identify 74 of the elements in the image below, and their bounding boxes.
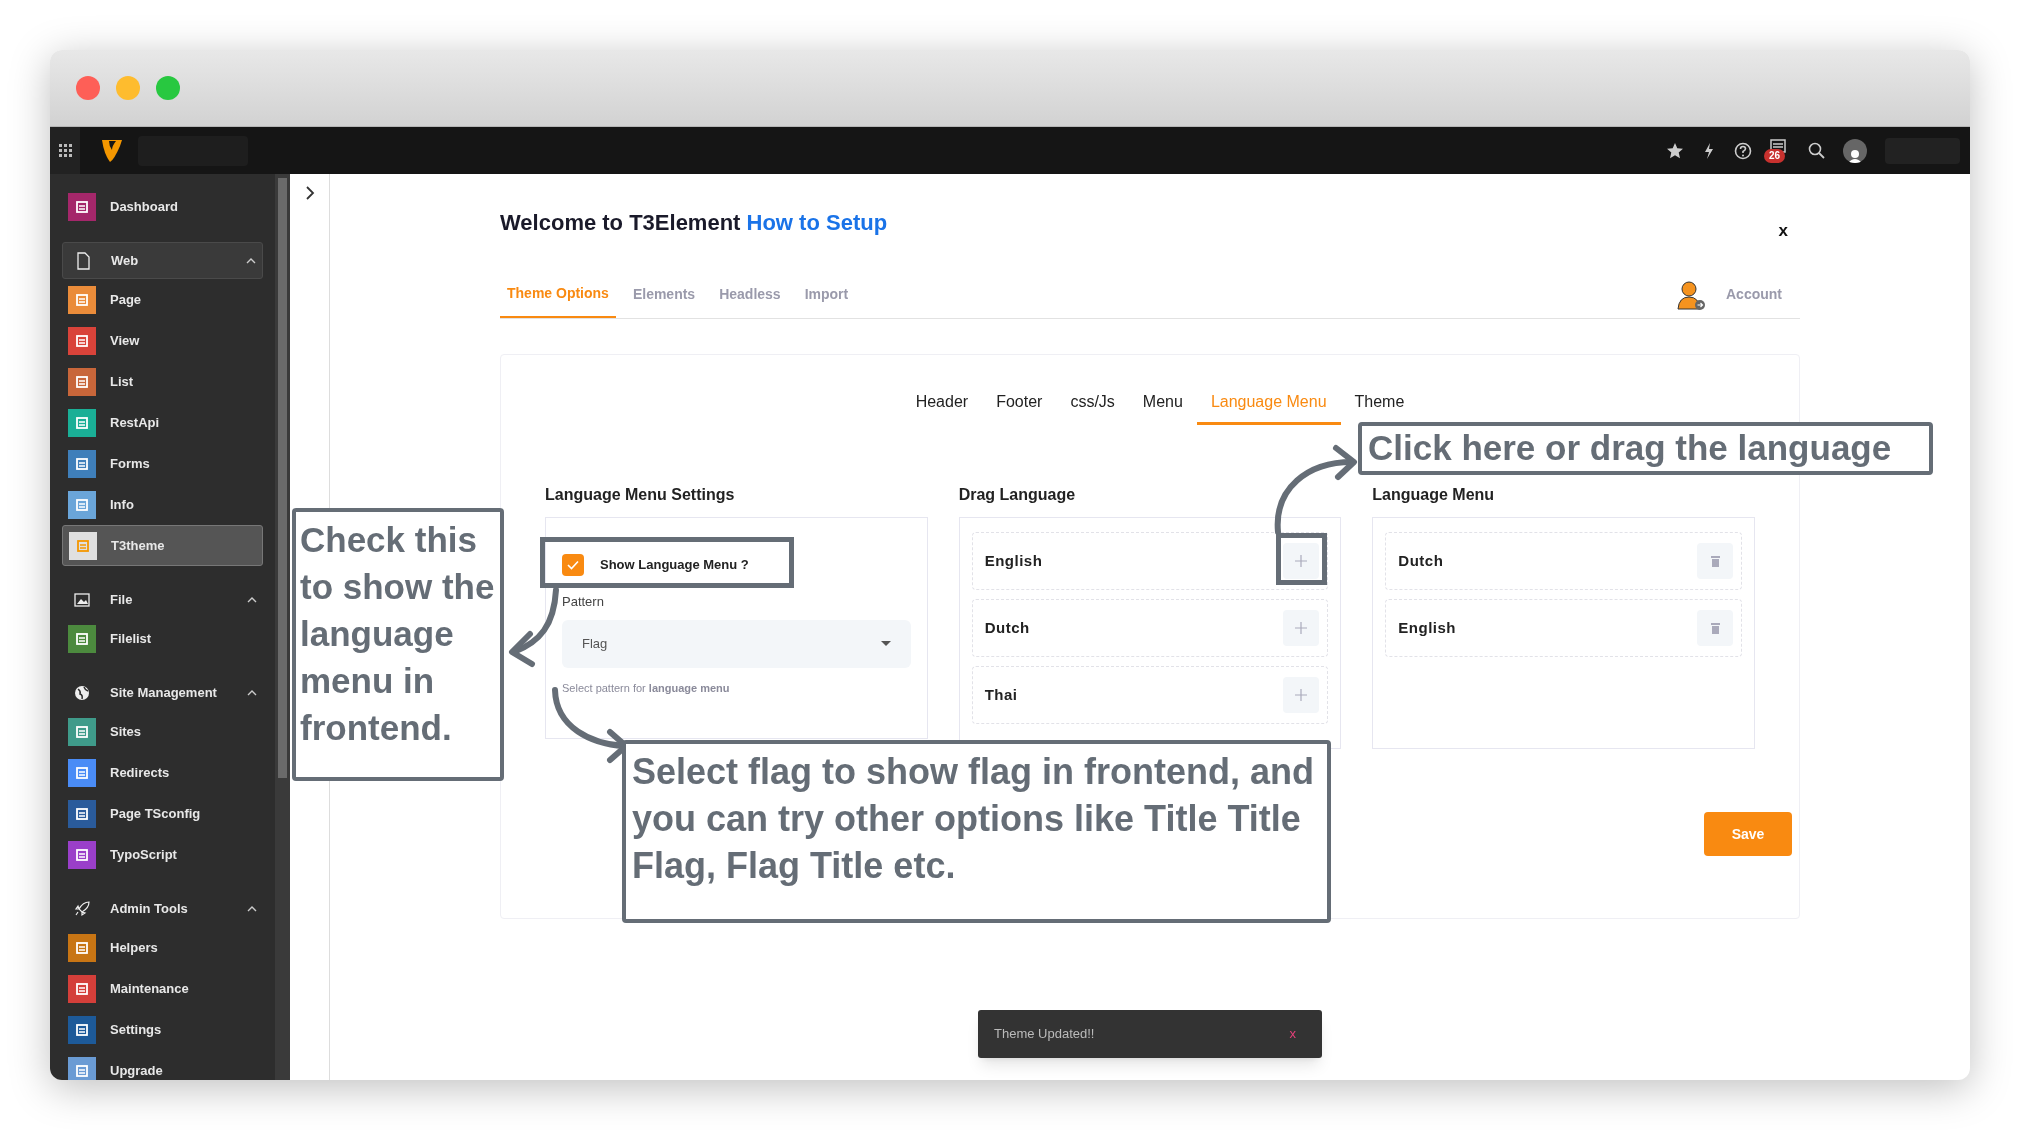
caret-icon[interactable] bbox=[247, 688, 257, 697]
star-icon[interactable] bbox=[1666, 141, 1684, 160]
field-label: Pattern bbox=[562, 593, 604, 611]
sidebar-item[interactable]: Page bbox=[68, 279, 257, 320]
sidebar-item[interactable]: TypoScript bbox=[68, 834, 257, 875]
sidebar-item[interactable]: Maintenance bbox=[68, 968, 257, 1009]
sidebar-item[interactable]: Upgrade bbox=[68, 1050, 257, 1080]
caret-icon[interactable] bbox=[246, 256, 256, 265]
group-icon bbox=[75, 251, 91, 270]
subtab[interactable]: Header bbox=[901, 381, 983, 425]
group-icon bbox=[74, 683, 90, 702]
highlight-frame bbox=[1276, 533, 1327, 585]
sidebar-item[interactable]: Redirects bbox=[68, 752, 257, 793]
language-item[interactable]: Dutch bbox=[1385, 532, 1742, 590]
setup-link[interactable]: How to Setup bbox=[746, 210, 888, 235]
subtab[interactable]: css/Js bbox=[1056, 381, 1129, 425]
section-heading: Language Menu Settings bbox=[545, 485, 736, 505]
sidebar-item[interactable]: View bbox=[68, 320, 257, 361]
caret-icon[interactable] bbox=[247, 595, 257, 604]
language-item[interactable]: Dutch bbox=[971, 599, 1329, 657]
pattern-dropdown[interactable]: Flag bbox=[562, 619, 911, 668]
checkbox[interactable] bbox=[562, 554, 584, 576]
sidebar-item[interactable]: T3theme bbox=[62, 525, 263, 566]
chevron-right-icon[interactable] bbox=[304, 186, 315, 200]
section-heading: Language Menu bbox=[1372, 485, 1496, 505]
plus-icon bbox=[1295, 689, 1308, 701]
app-grid-icon[interactable] bbox=[58, 144, 72, 157]
sidebar-item[interactable]: Info bbox=[68, 484, 257, 525]
language-item[interactable]: English bbox=[1385, 599, 1742, 657]
checkbox-label[interactable]: Show Language Menu ? bbox=[600, 555, 749, 575]
language-item[interactable]: Thai bbox=[971, 666, 1329, 724]
sidebar-item[interactable]: Filelist bbox=[68, 618, 257, 659]
subtab[interactable]: Theme bbox=[1340, 381, 1419, 425]
annotation-callout: Click here or drag the language bbox=[1358, 422, 1933, 475]
user-silhouette-icon bbox=[1848, 148, 1862, 163]
subtab[interactable]: Footer bbox=[982, 381, 1057, 425]
subtab[interactable]: Menu bbox=[1128, 381, 1197, 425]
dropdown-caret-icon bbox=[880, 641, 891, 646]
sidebar-item[interactable]: Dashboard bbox=[68, 186, 257, 227]
section-heading: Drag Language bbox=[958, 485, 1077, 505]
caret-icon[interactable] bbox=[247, 904, 257, 913]
language-item[interactable]: English bbox=[971, 532, 1329, 590]
trash-icon bbox=[1710, 622, 1720, 634]
sidebar-item[interactable]: Helpers bbox=[68, 927, 257, 968]
sidebar-item[interactable]: RestApi bbox=[68, 402, 257, 443]
sidebar-group-header[interactable]: File bbox=[62, 581, 263, 618]
help-text: Select pattern for language menu bbox=[562, 680, 730, 696]
sidebar-item[interactable]: Page TSconfig bbox=[68, 793, 257, 834]
close-button[interactable]: x bbox=[1778, 218, 1788, 244]
sidebar-item[interactable]: Settings bbox=[68, 1009, 257, 1050]
search-icon[interactable] bbox=[1808, 142, 1825, 159]
sidebar-item[interactable]: Sites bbox=[68, 711, 257, 752]
checkmark-icon bbox=[567, 560, 579, 570]
group-icon bbox=[74, 590, 90, 609]
user-avatar[interactable] bbox=[1843, 138, 1867, 163]
scrollbar[interactable] bbox=[275, 174, 290, 1080]
notification-badge: 26 bbox=[1764, 148, 1786, 163]
plus-icon bbox=[1295, 555, 1308, 567]
sidebar-item[interactable]: List bbox=[68, 361, 257, 402]
account-icon[interactable] bbox=[1676, 279, 1706, 310]
annotation-callout: Select flag to show flag in frontend, and you can try other options like Title Title Flag, Flag Title etc. bbox=[622, 740, 1331, 923]
sidebar-item[interactable]: Forms bbox=[68, 443, 257, 484]
annotation-callout: Check this to show the language menu in frontend. bbox=[292, 508, 504, 781]
page-title: Welcome to T3Element How to Setup bbox=[500, 209, 888, 237]
logo-icon[interactable] bbox=[100, 137, 124, 164]
group-icon bbox=[74, 899, 90, 918]
lightning-icon[interactable] bbox=[1702, 141, 1716, 160]
sidebar-group-header[interactable]: Web bbox=[62, 242, 263, 279]
plus-icon bbox=[1295, 622, 1308, 634]
sidebar-group-header[interactable]: Site Management bbox=[62, 674, 263, 711]
toast-message: Theme Updated!! bbox=[994, 1025, 1095, 1044]
help-icon[interactable] bbox=[1734, 141, 1752, 160]
sidebar-group-header[interactable]: Admin Tools bbox=[62, 890, 263, 927]
trash-icon bbox=[1710, 555, 1720, 567]
